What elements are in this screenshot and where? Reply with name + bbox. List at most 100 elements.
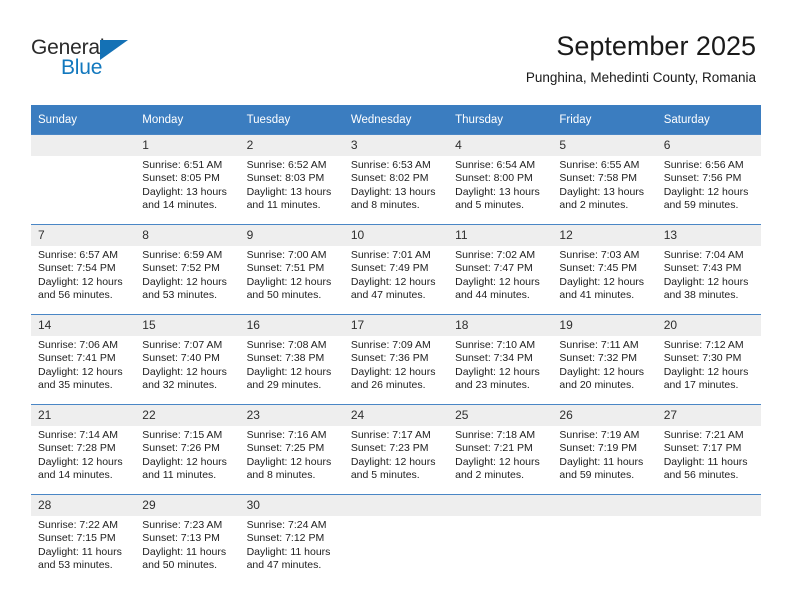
- daylight-text: Daylight: 12 hours and 23 minutes.: [455, 365, 540, 392]
- calendar-day-cell[interactable]: 5 Sunrise: 6:55 AM Sunset: 7:58 PM Daylight…: [552, 134, 657, 225]
- calendar-day-cell[interactable]: 27 Sunrise: 7:21 AM Sunset: 7:17 PM Dayligh…: [656, 404, 761, 495]
- calendar-day-cell[interactable]: 20 Sunrise: 7:12 AM Sunset: 7:30 PM Dayligh…: [656, 314, 761, 405]
- day-number: [656, 495, 761, 516]
- calendar-day-cell[interactable]: 4 Sunrise: 6:54 AM Sunset: 8:00 PM Daylight…: [448, 134, 553, 225]
- day-number: 17: [343, 315, 449, 336]
- day-number: 12: [552, 225, 657, 246]
- calendar-day-cell[interactable]: 26 Sunrise: 7:19 AM Sunset: 7:19 PM Dayligh…: [552, 404, 657, 495]
- calendar-day-cell[interactable]: 21 Sunrise: 7:14 AM Sunset: 7:28 PM Dayligh…: [31, 404, 136, 495]
- calendar-day-cell[interactable]: 7 Sunrise: 6:57 AM Sunset: 7:54 PM Daylight…: [31, 224, 136, 315]
- day-details: Sunrise: 6:54 AM Sunset: 8:00 PM Daylight:…: [448, 156, 552, 213]
- calendar-day-cell[interactable]: 3 Sunrise: 6:53 AM Sunset: 8:02 PM Daylight…: [343, 134, 449, 225]
- day-number: [448, 495, 553, 516]
- daylight-text: Daylight: 12 hours and 41 minutes.: [559, 275, 645, 302]
- sunset-text: Sunset: 7:47 PM: [455, 262, 533, 275]
- calendar-day-cell[interactable]: 30 Sunrise: 7:24 AM Sunset: 7:12 PM Dayligh…: [239, 494, 344, 577]
- calendar-day-cell[interactable]: 10 Sunrise: 7:01 AM Sunset: 7:49 PM Dayligh…: [343, 224, 449, 315]
- day-details: Sunrise: 7:18 AM Sunset: 7:21 PM Daylight:…: [448, 426, 552, 483]
- sunset-text: Sunset: 7:19 PM: [559, 442, 638, 455]
- daylight-text: Daylight: 12 hours and 2 minutes.: [455, 455, 540, 482]
- daylight-text: Daylight: 11 hours and 53 minutes.: [38, 545, 122, 572]
- sunset-text: Sunset: 7:54 PM: [38, 262, 116, 275]
- daylight-text: Daylight: 12 hours and 8 minutes.: [246, 455, 332, 482]
- calendar-day-cell[interactable]: 17 Sunrise: 7:09 AM Sunset: 7:36 PM Dayligh…: [343, 314, 449, 405]
- sunrise-text: Sunrise: 6:54 AM: [455, 159, 536, 171]
- sunset-text: Sunset: 7:21 PM: [455, 442, 533, 455]
- calendar-day-cell[interactable]: 1 Sunrise: 6:51 AM Sunset: 8:05 PM Daylight…: [135, 134, 240, 225]
- sunrise-text: Sunrise: 6:55 AM: [559, 159, 640, 171]
- calendar-day-cell[interactable]: 25 Sunrise: 7:18 AM Sunset: 7:21 PM Dayligh…: [448, 404, 553, 495]
- day-number: 29: [135, 495, 240, 516]
- day-details: Sunrise: 7:14 AM Sunset: 7:28 PM Daylight:…: [31, 426, 135, 483]
- calendar-day-cell[interactable]: 24 Sunrise: 7:17 AM Sunset: 7:23 PM Dayligh…: [343, 404, 449, 495]
- calendar-week-row: 14 Sunrise: 7:06 AM Sunset: 7:41 PM Dayligh…: [31, 314, 761, 405]
- calendar-day-cell[interactable]: 19 Sunrise: 7:11 AM Sunset: 7:32 PM Dayligh…: [552, 314, 657, 405]
- sunset-text: Sunset: 7:51 PM: [246, 262, 325, 275]
- sunset-text: Sunset: 7:32 PM: [559, 352, 638, 365]
- sunset-text: Sunset: 7:56 PM: [663, 172, 742, 185]
- daylight-text: Daylight: 11 hours and 47 minutes.: [246, 545, 331, 572]
- calendar-day-cell[interactable]: 18 Sunrise: 7:10 AM Sunset: 7:34 PM Dayligh…: [448, 314, 553, 405]
- day-number: 20: [656, 315, 761, 336]
- daylight-text: Daylight: 13 hours and 8 minutes.: [350, 185, 436, 212]
- sunrise-text: Sunrise: 7:02 AM: [455, 249, 536, 261]
- sunrise-text: Sunrise: 6:53 AM: [350, 159, 431, 171]
- sunrise-text: Sunrise: 7:19 AM: [559, 429, 640, 441]
- day-details: Sunrise: 7:06 AM Sunset: 7:41 PM Daylight:…: [31, 336, 135, 393]
- calendar-day-cell[interactable]: 15 Sunrise: 7:07 AM Sunset: 7:40 PM Dayligh…: [135, 314, 240, 405]
- calendar-cell-empty: [31, 134, 136, 225]
- calendar-day-cell[interactable]: 8 Sunrise: 6:59 AM Sunset: 7:52 PM Daylight…: [135, 224, 240, 315]
- calendar-day-cell[interactable]: 29 Sunrise: 7:23 AM Sunset: 7:13 PM Dayligh…: [135, 494, 240, 577]
- sunset-text: Sunset: 7:15 PM: [38, 532, 116, 545]
- logo-triangle-icon: [100, 40, 128, 60]
- sunset-text: Sunset: 7:49 PM: [350, 262, 429, 275]
- sunset-text: Sunset: 8:05 PM: [142, 172, 220, 185]
- daylight-text: Daylight: 12 hours and 47 minutes.: [350, 275, 436, 302]
- sunrise-text: Sunrise: 7:07 AM: [142, 339, 223, 351]
- daylight-text: Daylight: 12 hours and 17 minutes.: [663, 365, 749, 392]
- calendar-day-cell[interactable]: 13 Sunrise: 7:04 AM Sunset: 7:43 PM Dayligh…: [656, 224, 761, 315]
- day-details: Sunrise: 6:51 AM Sunset: 8:05 PM Daylight:…: [135, 156, 239, 213]
- daylight-text: Daylight: 12 hours and 20 minutes.: [559, 365, 645, 392]
- sunrise-text: Sunrise: 6:57 AM: [38, 249, 118, 261]
- sunrise-text: Sunrise: 7:12 AM: [663, 339, 744, 351]
- calendar-container: Sunday Monday Tuesday Wednesday Thursday…: [31, 105, 761, 577]
- day-details: Sunrise: 7:22 AM Sunset: 7:15 PM Daylight:…: [31, 516, 135, 573]
- calendar-week-row: 1 Sunrise: 6:51 AM Sunset: 8:05 PM Daylight…: [31, 134, 761, 225]
- daylight-text: Daylight: 13 hours and 2 minutes.: [559, 185, 645, 212]
- calendar-day-cell[interactable]: 16 Sunrise: 7:08 AM Sunset: 7:38 PM Dayligh…: [239, 314, 344, 405]
- sunrise-text: Sunrise: 7:01 AM: [350, 249, 431, 261]
- day-number: 2: [239, 135, 344, 156]
- day-details: Sunrise: 7:04 AM Sunset: 7:43 PM Daylight:…: [657, 246, 761, 303]
- day-number: 28: [31, 495, 136, 516]
- calendar-day-cell[interactable]: 2 Sunrise: 6:52 AM Sunset: 8:03 PM Daylight…: [239, 134, 344, 225]
- page-header: General Blue September 2025 Punghina, Me…: [0, 0, 792, 100]
- calendar-day-cell[interactable]: 28 Sunrise: 7:22 AM Sunset: 7:15 PM Dayligh…: [31, 494, 136, 577]
- sunrise-text: Sunrise: 7:17 AM: [350, 429, 431, 441]
- calendar-day-cell[interactable]: 9 Sunrise: 7:00 AM Sunset: 7:51 PM Daylight…: [239, 224, 344, 315]
- sunrise-text: Sunrise: 7:15 AM: [142, 429, 223, 441]
- calendar-day-cell[interactable]: 23 Sunrise: 7:16 AM Sunset: 7:25 PM Dayligh…: [239, 404, 344, 495]
- sunrise-text: Sunrise: 7:22 AM: [38, 519, 118, 531]
- sunset-text: Sunset: 7:34 PM: [455, 352, 533, 365]
- day-number: 27: [656, 405, 761, 426]
- calendar-day-cell[interactable]: 14 Sunrise: 7:06 AM Sunset: 7:41 PM Dayligh…: [31, 314, 136, 405]
- calendar-day-cell[interactable]: 6 Sunrise: 6:56 AM Sunset: 7:56 PM Daylight…: [656, 134, 761, 225]
- sunrise-text: Sunrise: 7:16 AM: [246, 429, 327, 441]
- sunset-text: Sunset: 8:02 PM: [350, 172, 429, 185]
- day-number: 4: [448, 135, 553, 156]
- title-block: September 2025 Punghina, Mehedinti Count…: [526, 30, 756, 87]
- generalblue-logo: General Blue: [31, 36, 151, 84]
- day-number: [552, 495, 657, 516]
- daylight-text: Daylight: 12 hours and 50 minutes.: [246, 275, 332, 302]
- calendar-table: Sunday Monday Tuesday Wednesday Thursday…: [31, 105, 761, 577]
- sunset-text: Sunset: 7:23 PM: [350, 442, 429, 455]
- sunset-text: Sunset: 7:12 PM: [246, 532, 325, 545]
- calendar-day-cell[interactable]: 22 Sunrise: 7:15 AM Sunset: 7:26 PM Dayligh…: [135, 404, 240, 495]
- daylight-text: Daylight: 12 hours and 14 minutes.: [38, 455, 123, 482]
- daylight-text: Daylight: 13 hours and 14 minutes.: [142, 185, 227, 212]
- calendar-day-cell[interactable]: 11 Sunrise: 7:02 AM Sunset: 7:47 PM Dayligh…: [448, 224, 553, 315]
- calendar-day-cell[interactable]: 12 Sunrise: 7:03 AM Sunset: 7:45 PM Dayligh…: [552, 224, 657, 315]
- daylight-text: Daylight: 12 hours and 29 minutes.: [246, 365, 332, 392]
- sunset-text: Sunset: 7:40 PM: [142, 352, 220, 365]
